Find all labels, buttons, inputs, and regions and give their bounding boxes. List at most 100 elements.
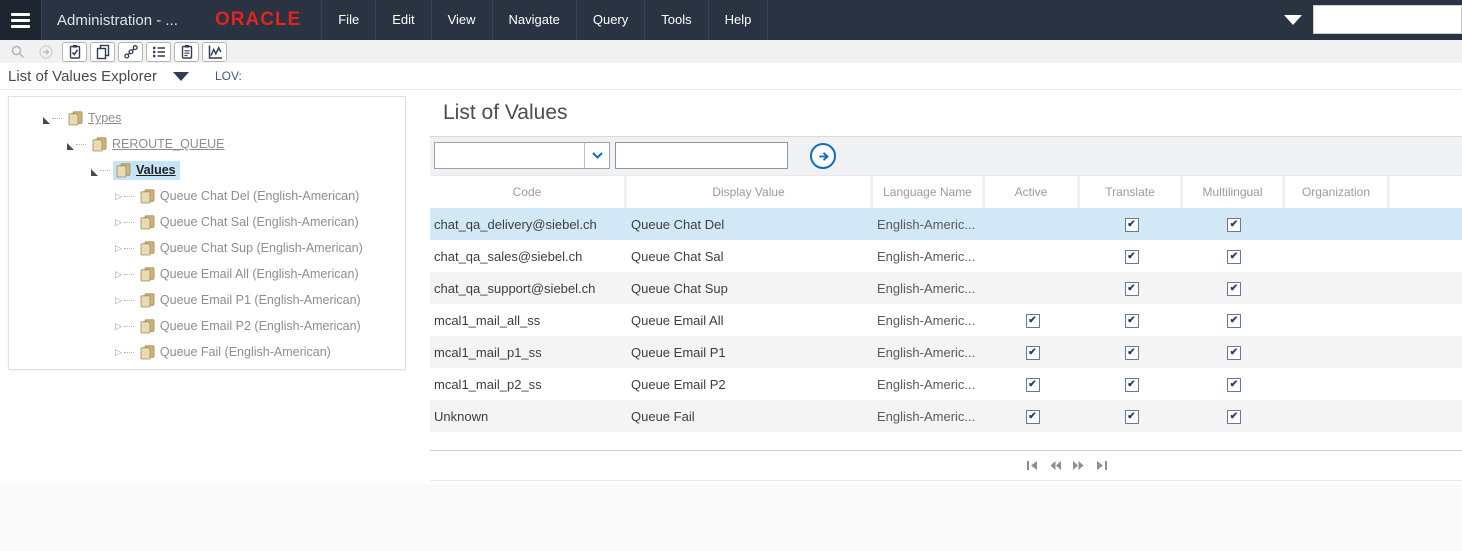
checkbox-checked-icon[interactable]: ✔ — [1025, 377, 1040, 392]
menu-query[interactable]: Query — [577, 0, 646, 40]
column-header-display-value[interactable]: Display Value — [627, 176, 873, 208]
checkbox-checked-icon[interactable]: ✔ — [1227, 281, 1241, 296]
checkbox-checked-icon[interactable]: ✔ — [1025, 345, 1040, 360]
link-icon[interactable] — [118, 41, 143, 62]
topbar-dropdown-arrow-icon[interactable] — [1284, 15, 1302, 25]
menu-edit[interactable]: Edit — [376, 0, 432, 40]
checkbox-checked-icon[interactable]: ✔ — [1124, 409, 1139, 424]
column-header-multilingual[interactable]: Multilingual — [1183, 176, 1285, 208]
expand-node-icon[interactable]: ▷ — [115, 217, 122, 227]
tree-node-label[interactable]: Queue Email All (English-American) — [160, 267, 359, 281]
checkbox-checked-icon[interactable]: ✔ — [1227, 313, 1241, 328]
table-row[interactable]: mcal1_mail_p2_ss Queue Email P2 English-Am… — [430, 368, 1462, 400]
checkbox-checked-icon[interactable]: ✔ — [1124, 281, 1139, 296]
view-dropdown-arrow-icon[interactable] — [172, 71, 189, 81]
tree-node[interactable]: ▷ Queue Email All (English-American) — [9, 261, 405, 287]
column-header-organization[interactable]: Organization — [1285, 176, 1390, 208]
checkbox-checked-icon[interactable]: ✔ — [1124, 249, 1139, 264]
topbar-search-input[interactable] — [1313, 5, 1462, 34]
checkbox-checked-icon[interactable]: ✔ — [1025, 313, 1040, 328]
checkbox-checked-icon[interactable]: ✔ — [1227, 345, 1241, 360]
checkbox-checked-icon[interactable]: ✔ — [1124, 313, 1139, 328]
table-row[interactable]: Unknown Queue Fail English-Americ... ✔ ✔ ✔ — [430, 400, 1462, 432]
tree-node[interactable]: REROUTE_QUEUE — [9, 131, 405, 157]
tree-node-label[interactable]: Queue Chat Del (English-American) — [160, 189, 359, 203]
expand-node-icon[interactable]: ▷ — [115, 243, 122, 253]
pagination-previous-button[interactable] — [1049, 460, 1062, 471]
tree-node-label[interactable]: Queue Email P1 (English-American) — [160, 293, 361, 307]
cell-code[interactable]: chat_qa_support@siebel.ch — [430, 281, 627, 296]
clipboard-check-icon[interactable] — [62, 41, 87, 62]
cell-display-value[interactable]: Queue Email P2 — [627, 377, 873, 392]
tree-node-label[interactable]: Queue Email P2 (English-American) — [160, 319, 361, 333]
checkbox-checked-icon[interactable]: ✔ — [1124, 217, 1139, 232]
table-row[interactable]: mcal1_mail_p1_ss Queue Email P1 English-Am… — [430, 336, 1462, 368]
expand-node-icon[interactable]: ▷ — [115, 269, 122, 279]
menu-view[interactable]: View — [432, 0, 493, 40]
tree-node-label[interactable]: Queue Chat Sup (English-American) — [160, 241, 363, 255]
column-header-active[interactable]: Active — [985, 176, 1080, 208]
cell-code[interactable]: chat_qa_delivery@siebel.ch — [430, 217, 627, 232]
tree-node-label[interactable]: REROUTE_QUEUE — [112, 137, 225, 151]
cell-display-value[interactable]: Queue Chat Sal — [627, 249, 873, 264]
table-row[interactable]: chat_qa_sales@siebel.ch Queue Chat Sal Eng… — [430, 240, 1462, 272]
cell-language-name[interactable]: English-Americ... — [873, 249, 985, 264]
tree-node[interactable]: ▷ Queue Chat Del (English-American) — [9, 183, 405, 209]
cell-code[interactable]: mcal1_mail_all_ss — [430, 313, 627, 328]
checkbox-checked-icon[interactable]: ✔ — [1227, 409, 1241, 424]
tree-node[interactable]: ▷ Queue Chat Sup (English-American) — [9, 235, 405, 261]
go-button[interactable] — [810, 143, 836, 169]
filter-value-input[interactable] — [615, 142, 788, 169]
cell-display-value[interactable]: Queue Email All — [627, 313, 873, 328]
cell-language-name[interactable]: English-Americ... — [873, 217, 985, 232]
collapse-node-icon[interactable] — [91, 168, 98, 176]
chevron-down-icon[interactable] — [584, 143, 609, 168]
column-header-language-name[interactable]: Language Name — [873, 176, 985, 208]
collapse-node-icon[interactable] — [67, 142, 74, 150]
menu-tools[interactable]: Tools — [645, 0, 709, 40]
cell-language-name[interactable]: English-Americ... — [873, 377, 985, 392]
tree-node[interactable]: ▷ Queue Chat Sal (English-American) — [9, 209, 405, 235]
expand-node-icon[interactable]: ▷ — [115, 191, 122, 201]
hamburger-menu-icon[interactable] — [0, 0, 42, 40]
tree-node-label[interactable]: Queue Chat Sal (English-American) — [160, 215, 359, 229]
checkbox-checked-icon[interactable]: ✔ — [1227, 217, 1241, 232]
tree-node[interactable]: ▷ Queue Email P1 (English-American) — [9, 287, 405, 313]
pagination-last-button[interactable] — [1095, 460, 1108, 471]
expand-node-icon[interactable]: ▷ — [115, 295, 122, 305]
menu-help[interactable]: Help — [709, 0, 769, 40]
tree-node-label[interactable]: Types — [88, 111, 121, 125]
checkbox-checked-icon[interactable]: ✔ — [1124, 377, 1139, 392]
expand-node-icon[interactable]: ▷ — [115, 347, 122, 357]
chart-icon[interactable] — [202, 41, 227, 62]
tree-node[interactable]: ▷ Queue Fail (English-American) — [9, 339, 405, 365]
cell-language-name[interactable]: English-Americ... — [873, 313, 985, 328]
checkbox-checked-icon[interactable]: ✔ — [1124, 345, 1139, 360]
filter-field-dropdown[interactable] — [434, 142, 610, 169]
tree-node-label[interactable]: Values — [136, 163, 176, 177]
cell-language-name[interactable]: English-Americ... — [873, 345, 985, 360]
checkbox-checked-icon[interactable]: ✔ — [1227, 249, 1241, 264]
table-row[interactable]: chat_qa_delivery@siebel.ch Queue Chat Del… — [430, 208, 1462, 240]
expand-node-icon[interactable]: ▷ — [115, 321, 122, 331]
menu-file[interactable]: File — [322, 0, 377, 40]
copy-icon[interactable] — [90, 41, 115, 62]
cell-code[interactable]: mcal1_mail_p2_ss — [430, 377, 627, 392]
collapse-node-icon[interactable] — [43, 116, 50, 124]
pagination-next-button[interactable] — [1072, 460, 1085, 471]
cell-code[interactable]: Unknown — [430, 409, 627, 424]
column-header-code[interactable]: Code — [430, 176, 627, 208]
cell-language-name[interactable]: English-Americ... — [873, 409, 985, 424]
clipboard-icon[interactable] — [174, 41, 199, 62]
pagination-first-button[interactable] — [1026, 460, 1039, 471]
cell-display-value[interactable]: Queue Email P1 — [627, 345, 873, 360]
cell-display-value[interactable]: Queue Chat Sup — [627, 281, 873, 296]
tree-node[interactable]: Types — [9, 105, 405, 131]
tree-node[interactable]: Values — [9, 157, 405, 183]
list-icon[interactable] — [146, 41, 171, 62]
menu-navigate[interactable]: Navigate — [493, 0, 577, 40]
table-row[interactable]: mcal1_mail_all_ss Queue Email All English-… — [430, 304, 1462, 336]
tree-node[interactable]: ▷ Queue Email P2 (English-American) — [9, 313, 405, 339]
checkbox-checked-icon[interactable]: ✔ — [1025, 409, 1040, 424]
cell-code[interactable]: chat_qa_sales@siebel.ch — [430, 249, 627, 264]
